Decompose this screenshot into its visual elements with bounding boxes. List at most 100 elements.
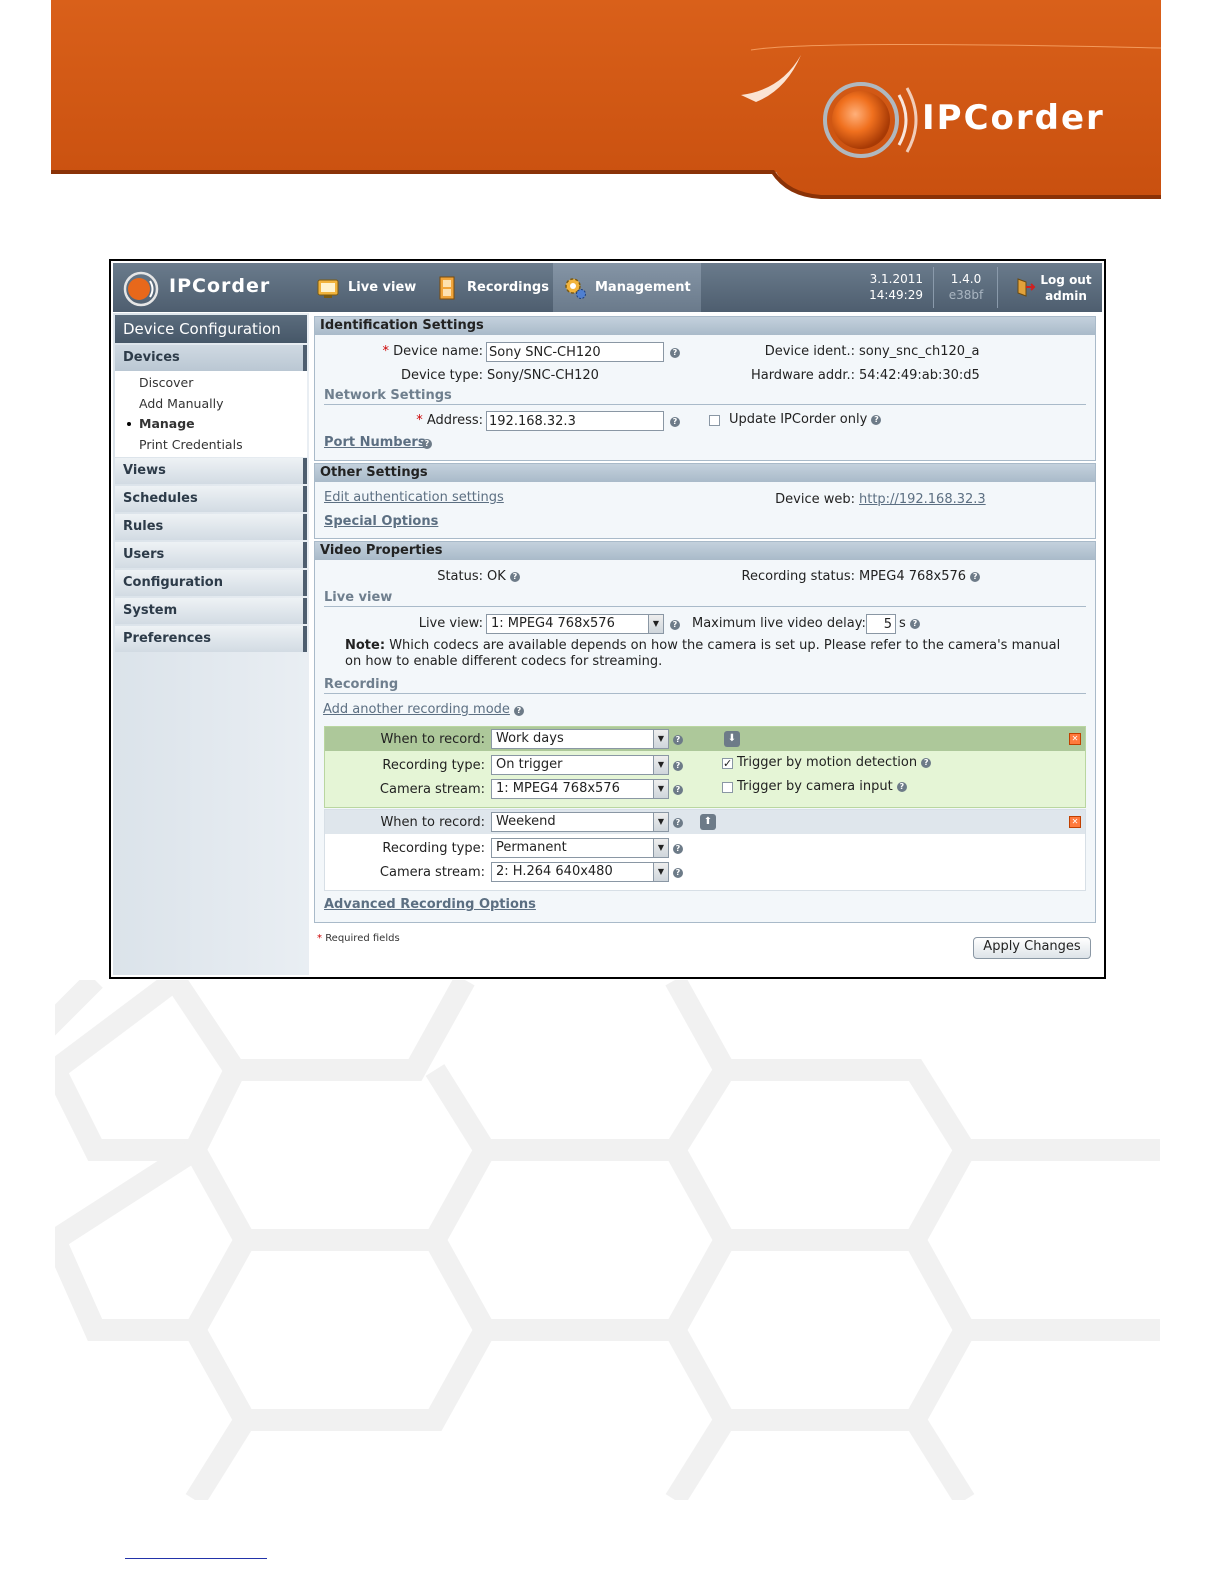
live-view-value: 1: MPEG4 768x576 [491,616,615,631]
nav-recordings-label: Recordings [467,280,549,295]
help-icon[interactable] [921,757,932,768]
add-recording-mode-link[interactable]: Add another recording mode [323,702,510,717]
delete-mode-icon[interactable]: ✕ [1069,733,1081,745]
video-properties-panel: Video Properties Status: OK Recording st… [314,541,1096,923]
help-icon[interactable] [909,618,920,629]
port-numbers-link-text: Port Numbers [324,435,426,450]
special-options-link[interactable]: Special Options [324,514,438,529]
nav-recordings[interactable]: Recordings [435,263,549,312]
update-only-label: Update IPCorder only [729,412,882,427]
nav-live-view[interactable]: Live view [316,263,416,312]
help-icon[interactable] [670,620,680,630]
footer-link-underline [125,1558,267,1559]
recording-heading: Recording [324,677,1086,694]
trigger-motion-checkbox[interactable]: ✓ [722,758,733,769]
recording-mode-1: When to record: Work days ▼ ⬇ ✕ Recording… [324,726,1086,808]
logged-user: admin [1045,289,1087,303]
network-settings-heading: Network Settings [324,388,1086,405]
trigger-motion-label: Trigger by motion detection [737,755,932,770]
recording-type-value: Permanent [496,840,567,855]
help-icon[interactable] [970,571,981,582]
help-icon[interactable] [673,785,683,795]
help-icon[interactable] [673,818,683,828]
submenu-manage-item[interactable]: Manage [115,414,215,434]
recording-type-value: On trigger [496,757,563,772]
delete-mode-icon[interactable]: ✕ [1069,816,1081,828]
help-icon[interactable] [673,868,683,878]
device-name-input[interactable]: Sony SNC-CH120 [486,342,664,362]
sidebar-item-system[interactable]: System [115,598,307,624]
apply-changes-button[interactable]: Apply Changes [973,937,1091,959]
port-numbers-link[interactable]: Port Numbers [324,435,426,450]
max-delay-input[interactable]: 5 [866,614,896,634]
note-text-1: Which codecs are available depends on ho… [389,638,1061,653]
sidebar-item-rules[interactable]: Rules [115,514,307,540]
help-icon[interactable] [673,844,683,854]
device-ident-label: Device ident.: [764,344,855,359]
toolbar-divider [933,267,934,308]
recording-type-select[interactable]: Permanent ▼ [491,838,669,858]
required-fields-note: * Required fields [317,933,400,944]
max-delay-unit-wrap: s [899,616,920,631]
help-icon[interactable] [871,414,882,425]
recording-type-select[interactable]: On trigger ▼ [491,755,669,775]
dropdown-arrow-icon: ▼ [648,615,663,633]
live-view-select[interactable]: 1: MPEG4 768x576 ▼ [486,614,664,634]
app-logo-icon [123,271,159,307]
sidebar-item-devices[interactable]: Devices [115,345,307,371]
help-icon[interactable] [670,348,680,358]
help-icon[interactable] [670,417,680,427]
device-web-link[interactable]: http://192.168.32.3 [859,492,986,507]
other-settings-panel: Other Settings Edit authentication setti… [314,463,1096,539]
edit-authentication-link[interactable]: Edit authentication settings [324,490,504,505]
when-to-record-label: When to record: [380,732,485,747]
sidebar-item-configuration[interactable]: Configuration [115,570,307,596]
logout-button[interactable]: Log out admin [1008,266,1098,309]
app-window: IPCorder Live view Recordings Management… [109,259,1106,979]
help-icon[interactable] [509,571,520,582]
when-to-record-select[interactable]: Weekend ▼ [491,812,669,832]
hexagon-background-pattern [55,980,1160,1500]
submenu-manage[interactable]: Manage [139,416,195,431]
move-down-icon[interactable]: ⬇ [724,731,740,747]
help-icon[interactable] [673,761,683,771]
address-label-text: Address: [426,413,483,428]
camera-stream-label: Camera stream: [379,782,485,797]
help-icon[interactable] [514,706,524,716]
submenu-add-manually[interactable]: Add Manually [139,396,223,411]
codec-note-line1: Note: Which codecs are available depends… [345,638,1060,653]
camera-stream-select[interactable]: 1: MPEG4 768x576 ▼ [491,779,669,799]
devices-submenu: Discover Add Manually Manage Print Crede… [115,371,307,457]
when-to-record-select[interactable]: Work days ▼ [491,729,669,749]
submenu-discover[interactable]: Discover [139,375,193,390]
device-name-label-text: Device name: [393,344,483,359]
advanced-recording-options-link[interactable]: Advanced Recording Options [324,897,536,912]
help-icon[interactable] [422,439,432,449]
when-to-record-value: Work days [496,731,564,746]
status-value-wrap: OK [487,569,520,584]
sidebar-item-users[interactable]: Users [115,542,307,568]
dropdown-arrow-icon: ▼ [653,813,668,831]
move-up-icon[interactable]: ⬆ [700,814,716,830]
trigger-input-checkbox[interactable] [722,782,733,793]
help-icon[interactable] [673,735,683,745]
required-marker: * [317,933,322,944]
version-info: 1.4.0 e38bf [943,271,989,303]
identification-panel: Identification Settings * Device name: S… [314,316,1096,461]
required-marker: * [382,344,390,359]
help-icon[interactable] [896,781,907,792]
sidebar-item-views[interactable]: Views [115,458,307,484]
address-input[interactable]: 192.168.32.3 [486,411,664,431]
sidebar-item-preferences[interactable]: Preferences [115,626,307,652]
submenu-print-credentials[interactable]: Print Credentials [139,437,243,452]
required-marker: * [416,413,423,428]
sidebar-item-schedules[interactable]: Schedules [115,486,307,512]
recording-status-wrap: MPEG4 768x576 [859,569,981,584]
server-time: 14:49:29 [869,288,923,302]
update-only-checkbox[interactable] [709,415,720,426]
nav-management[interactable]: Management [553,263,701,312]
recording-status-label: Recording status: [741,569,855,584]
camera-stream-select[interactable]: 2: H.264 640x480 ▼ [491,862,669,882]
device-name-label: * Device name: [315,344,483,359]
banner-brand-text: IPCorder [922,98,1105,138]
